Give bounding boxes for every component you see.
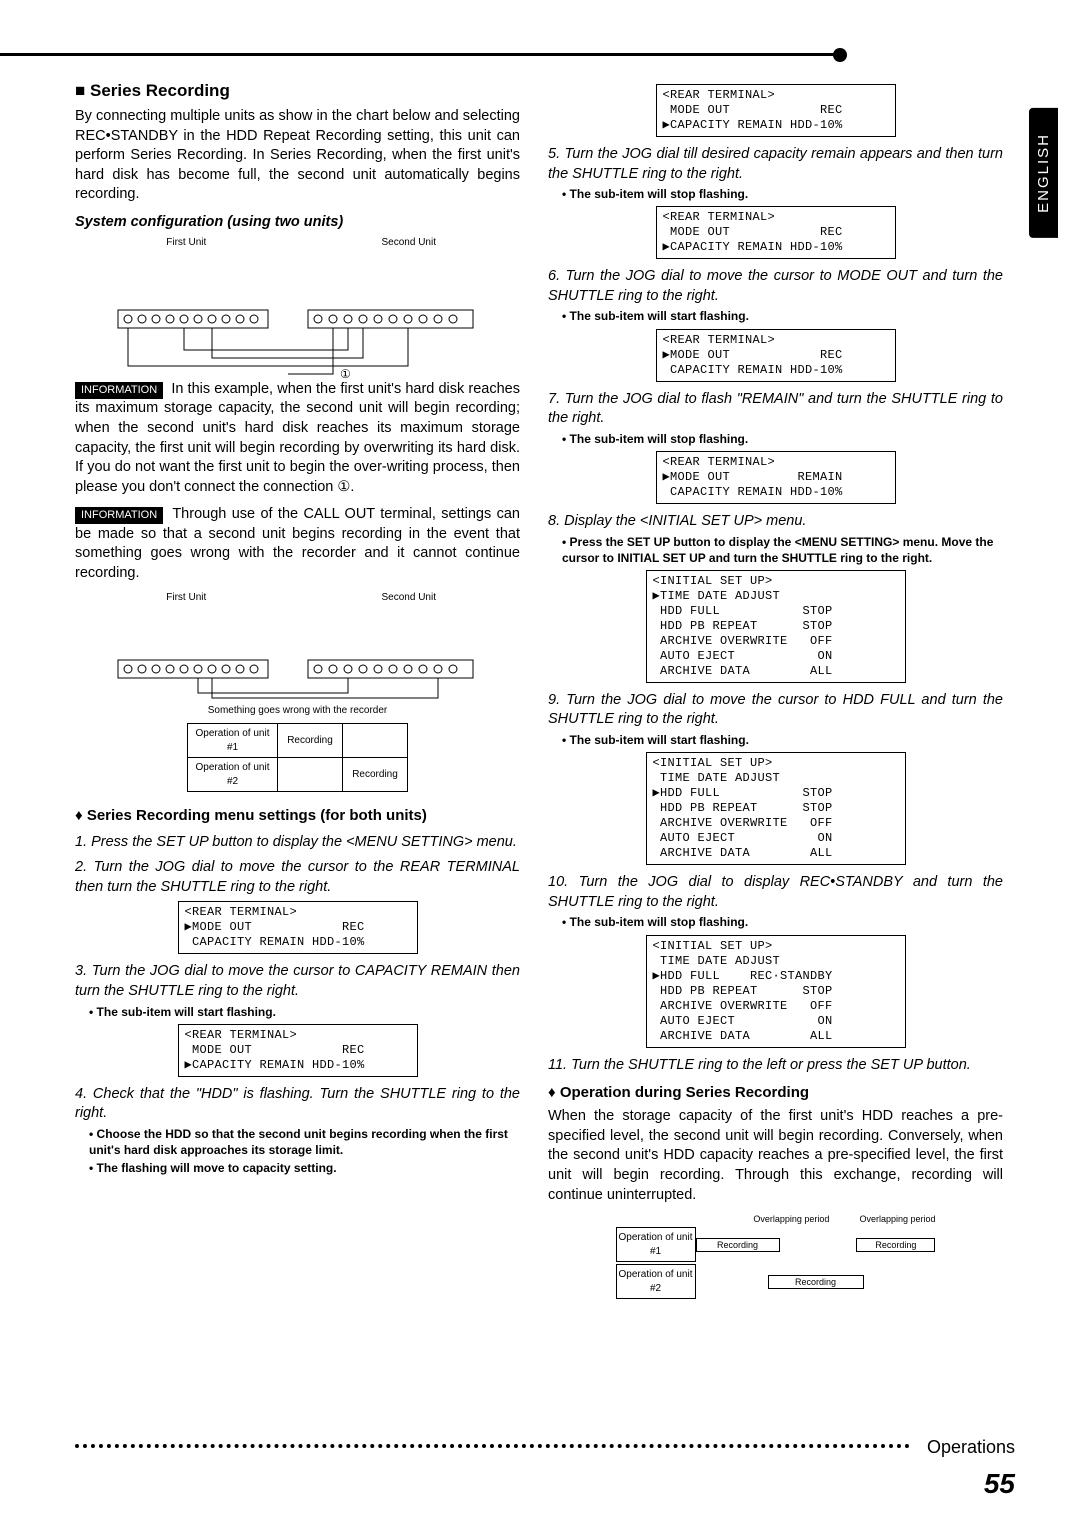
unit-labels: First Unit Second Unit bbox=[75, 236, 520, 250]
bullet-10: The sub-item will stop flashing. bbox=[562, 914, 1003, 930]
section-title-series-recording: Series Recording bbox=[75, 80, 520, 103]
step-7: 7. Turn the JOG dial to flash "REMAIN" a… bbox=[548, 390, 1003, 429]
rec-segment: Recording bbox=[768, 1275, 864, 1289]
op-rec-cell: Recording bbox=[278, 724, 343, 758]
screen-initial-setup-10: <INITIAL SET UP> TIME DATE ADJUST ▶HDD F… bbox=[646, 935, 906, 1048]
header-rule bbox=[0, 53, 843, 56]
bullet-8: Press the SET UP button to display the <… bbox=[562, 534, 1003, 566]
step-9: 9. Turn the JOG dial to move the cursor … bbox=[548, 691, 1003, 730]
bullet-6: The sub-item will start flashing. bbox=[562, 308, 1003, 324]
op-row2-label: Operation of unit #2 bbox=[188, 758, 278, 792]
rec-segment: Recording bbox=[696, 1238, 780, 1252]
page-columns: Series Recording By connecting multiple … bbox=[75, 80, 1015, 1305]
overlap-label: Overlapping period bbox=[753, 1213, 829, 1225]
screen-rear-terminal-2: <REAR TERMINAL> MODE OUT REC ▶CAPACITY R… bbox=[178, 1024, 418, 1077]
bullet-9: The sub-item will start flashing. bbox=[562, 732, 1003, 748]
screen-rear-terminal-7: <REAR TERMINAL> ▶MODE OUT REMAIN CAPACIT… bbox=[656, 451, 896, 504]
step-1: 1. Press the SET UP button to display th… bbox=[75, 833, 520, 853]
operation-table-1: Operation of unit #1Recording Operation … bbox=[187, 723, 408, 792]
svg-text:①: ① bbox=[340, 367, 351, 380]
unit-labels-2: First Unit Second Unit bbox=[75, 591, 520, 605]
something-wrong-label: Something goes wrong with the recorder bbox=[75, 704, 520, 718]
step-5: 5. Turn the JOG dial till desired capaci… bbox=[548, 145, 1003, 184]
op-empty-cell bbox=[343, 724, 408, 758]
step-6: 6. Turn the JOG dial to move the cursor … bbox=[548, 267, 1003, 306]
timing-row1-label: Operation of unit #1 bbox=[616, 1227, 696, 1262]
op-row1-label: Operation of unit #1 bbox=[188, 724, 278, 758]
bullet-3: The sub-item will start flashing. bbox=[89, 1004, 520, 1020]
screen-rear-terminal-1: <REAR TERMINAL> ▶MODE OUT REC CAPACITY R… bbox=[178, 901, 418, 954]
menu-settings-heading: Series Recording menu settings (for both… bbox=[75, 806, 520, 826]
screen-initial-setup-8: <INITIAL SET UP> ▶TIME DATE ADJUST HDD F… bbox=[646, 570, 906, 683]
info-paragraph-2: INFORMATION Through use of the CALL OUT … bbox=[75, 505, 520, 583]
info-paragraph-1: INFORMATION In this example, when the fi… bbox=[75, 380, 520, 497]
bullet-4a: Choose the HDD so that the second unit b… bbox=[89, 1126, 520, 1158]
right-column: <REAR TERMINAL> MODE OUT REC ▶CAPACITY R… bbox=[548, 80, 1003, 1305]
step-3: 3. Turn the JOG dial to move the cursor … bbox=[75, 962, 520, 1001]
second-unit-label: Second Unit bbox=[298, 236, 521, 250]
step-2: 2. Turn the JOG dial to move the cursor … bbox=[75, 858, 520, 897]
timing-row2-label: Operation of unit #2 bbox=[616, 1264, 696, 1299]
first-unit-label: First Unit bbox=[75, 236, 298, 250]
header-dot-icon bbox=[833, 48, 847, 62]
bullet-4b: The flashing will move to capacity setti… bbox=[89, 1160, 520, 1176]
second-unit-label: Second Unit bbox=[298, 591, 521, 605]
overlap-label: Overlapping period bbox=[859, 1213, 935, 1225]
timing-diagram: Overlapping period Overlapping period Op… bbox=[616, 1213, 936, 1299]
information-tag: INFORMATION bbox=[75, 382, 163, 399]
first-unit-label: First Unit bbox=[75, 591, 298, 605]
footer-section-label: Operations bbox=[927, 1437, 1015, 1458]
bullet-5: The sub-item will stop flashing. bbox=[562, 186, 1003, 202]
information-tag: INFORMATION bbox=[75, 507, 163, 524]
language-tab: ENGLISH bbox=[1029, 108, 1058, 238]
footer-dotted-rule bbox=[75, 1444, 910, 1448]
bullet-7: The sub-item will stop flashing. bbox=[562, 431, 1003, 447]
wiring-diagram-1: ① bbox=[108, 250, 488, 380]
wiring-diagram-2 bbox=[108, 605, 488, 700]
step-8: 8. Display the <INITIAL SET UP> menu. bbox=[548, 512, 1003, 532]
screen-rear-terminal-6: <REAR TERMINAL> ▶MODE OUT REC CAPACITY R… bbox=[656, 329, 896, 382]
op-rec-cell: Recording bbox=[343, 758, 408, 792]
screen-initial-setup-9: <INITIAL SET UP> TIME DATE ADJUST ▶HDD F… bbox=[646, 752, 906, 865]
rec-segment: Recording bbox=[856, 1238, 935, 1252]
sysconf-heading: System configuration (using two units) bbox=[75, 213, 520, 233]
operation-heading: Operation during Series Recording bbox=[548, 1083, 1003, 1103]
operation-paragraph: When the storage capacity of the first u… bbox=[548, 1107, 1003, 1205]
op-empty-cell bbox=[278, 758, 343, 792]
screen-rear-terminal-top: <REAR TERMINAL> MODE OUT REC ▶CAPACITY R… bbox=[656, 84, 896, 137]
page-number: 55 bbox=[984, 1468, 1015, 1500]
screen-rear-terminal-5: <REAR TERMINAL> MODE OUT REC ▶CAPACITY R… bbox=[656, 206, 896, 259]
step-11: 11. Turn the SHUTTLE ring to the left or… bbox=[548, 1056, 1003, 1076]
intro-paragraph: By connecting multiple units as show in … bbox=[75, 107, 520, 205]
step-10: 10. Turn the JOG dial to display REC•STA… bbox=[548, 873, 1003, 912]
left-column: Series Recording By connecting multiple … bbox=[75, 80, 520, 1305]
step-4: 4. Check that the "HDD" is flashing. Tur… bbox=[75, 1085, 520, 1124]
